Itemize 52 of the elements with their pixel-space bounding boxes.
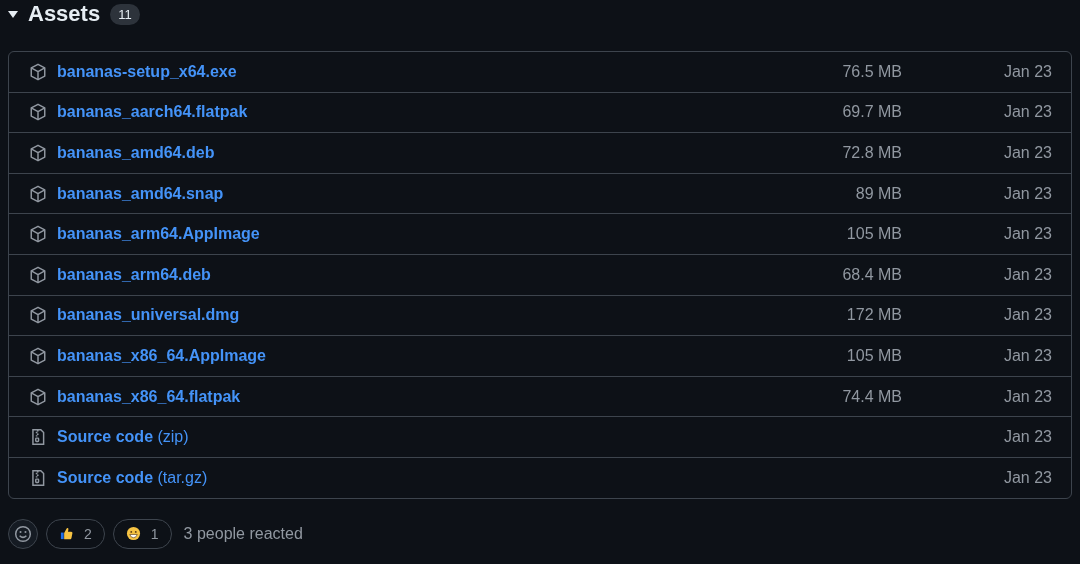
asset-link[interactable]: bananas_amd64.deb: [57, 144, 702, 162]
asset-date: Jan 23: [1002, 306, 1052, 325]
package-icon: [29, 387, 47, 406]
collapse-triangle-icon[interactable]: [8, 9, 18, 19]
add-reaction-button[interactable]: [8, 518, 38, 549]
reaction-button[interactable]: 1: [112, 518, 172, 549]
package-icon: [29, 306, 47, 325]
asset-link[interactable]: Source code (tar.gz): [57, 468, 702, 487]
file-size: 74.4 MB: [841, 387, 902, 406]
section-title: Assets: [28, 1, 101, 27]
asset-link[interactable]: bananas_amd64.snap: [57, 184, 702, 203]
asset-link[interactable]: Source code (zip): [57, 428, 702, 447]
package-icon: [29, 346, 47, 365]
asset-date: Jan 23: [1002, 428, 1052, 447]
package-icon: [29, 184, 47, 203]
thumbs-up-icon: [59, 526, 74, 542]
package-icon: [29, 144, 47, 162]
asset-date: Jan 23: [1002, 468, 1052, 487]
asset-date: Jan 23: [1002, 184, 1052, 203]
file-size: 105 MB: [845, 346, 902, 365]
asset-link[interactable]: bananas_x86_64.AppImage: [57, 346, 702, 365]
package-icon: [29, 62, 47, 81]
asset-date: Jan 23: [1002, 346, 1052, 365]
asset-date: Jan 23: [1002, 265, 1052, 284]
asset-date: Jan 23: [1002, 387, 1052, 406]
asset-date: Jan 23: [1002, 144, 1052, 162]
zip-file-icon: [29, 468, 47, 487]
file-size: 69.7 MB: [841, 103, 902, 122]
file-size: 72.8 MB: [841, 144, 902, 162]
grinning-face-icon: [125, 526, 141, 542]
asset-date: Jan 23: [1002, 103, 1052, 122]
package-icon: [29, 103, 47, 122]
asset-link[interactable]: bananas-setup_x64.exe: [57, 62, 702, 81]
asset-date: Jan 23: [1002, 62, 1052, 81]
asset-link[interactable]: bananas_arm64.AppImage: [57, 225, 702, 244]
package-icon: [29, 265, 47, 284]
asset-link[interactable]: bananas_arm64.deb: [57, 265, 702, 284]
smiley-icon: [14, 524, 32, 543]
asset-link[interactable]: bananas_x86_64.flatpak: [57, 387, 702, 406]
asset-link[interactable]: bananas_universal.dmg: [57, 306, 702, 325]
file-size: 105 MB: [845, 225, 902, 244]
file-size: 68.4 MB: [841, 265, 902, 284]
file-size: 89 MB: [854, 184, 902, 203]
zip-file-icon: [29, 428, 47, 447]
file-size: 76.5 MB: [841, 62, 902, 81]
count-badge: 11: [110, 3, 140, 25]
file-size: 172 MB: [845, 306, 902, 325]
package-icon: [29, 225, 47, 244]
asset-link[interactable]: bananas_aarch64.flatpak: [57, 103, 702, 122]
reaction-button[interactable]: 2: [46, 518, 105, 549]
reaction-summary: 3 people reacted: [183, 524, 303, 543]
asset-date: Jan 23: [1002, 225, 1052, 244]
